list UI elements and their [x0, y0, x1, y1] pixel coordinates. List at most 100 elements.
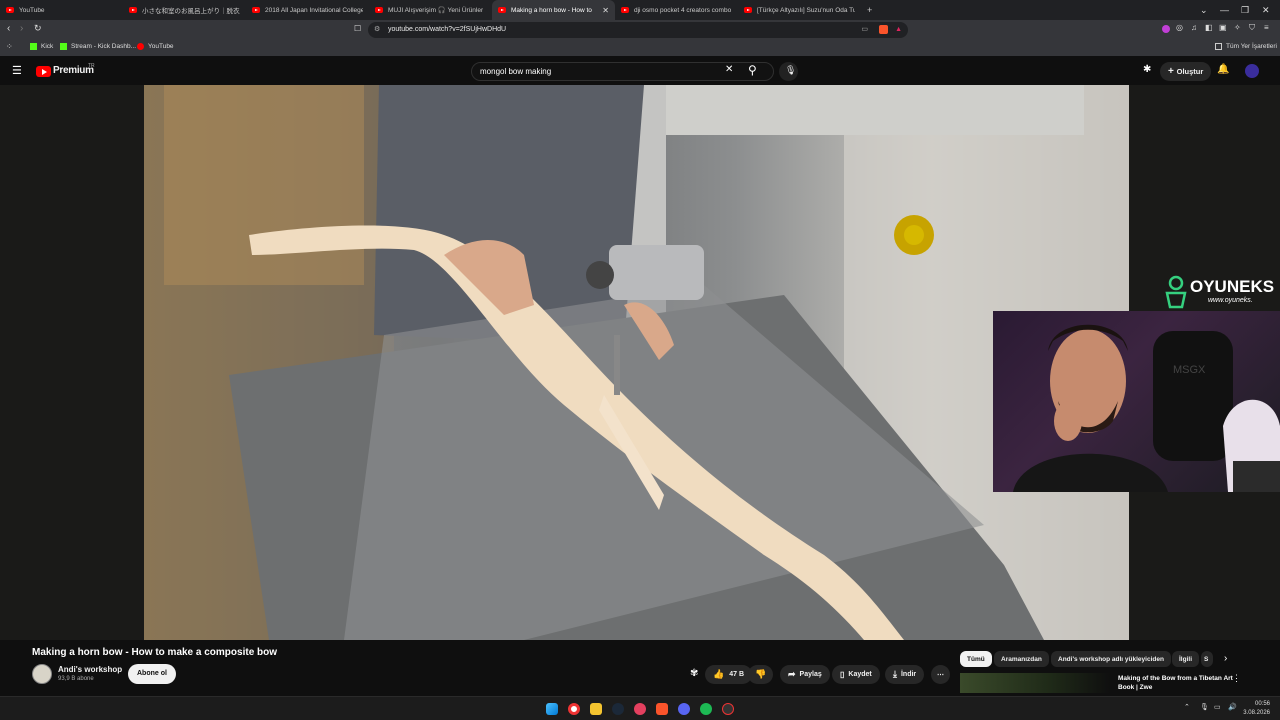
youtube-header: ☰ Premium TR mongol bow making ✕ ⚲ 🎙 ✱ +…: [0, 57, 1280, 85]
microphone-tray-icon[interactable]: 🎙: [1200, 703, 1209, 711]
sidebar-icon[interactable]: ◧: [1205, 23, 1213, 32]
chip-from-search[interactable]: Aramanızdan: [994, 651, 1049, 667]
tab-bar: YouTube 小さな和室のお風呂上がり｜脱衣所がリ 2018 All Japa…: [0, 0, 1280, 20]
extension-puzzle-icon[interactable]: ✱: [1143, 64, 1151, 75]
recommended-menu-icon[interactable]: ⋮: [1232, 673, 1241, 684]
wallet-icon[interactable]: ▣: [1219, 23, 1227, 32]
leo-icon[interactable]: ✧: [1234, 23, 1241, 32]
recommended-title[interactable]: Making of the Bow from a Tibetan Art Boo…: [1118, 674, 1243, 692]
forward-icon[interactable]: ›: [20, 23, 23, 34]
browser-tab[interactable]: [Türkçe Altyazılı] Suzu'nun Oda Turu: [738, 0, 861, 20]
bookmark-icon[interactable]: ☐: [354, 24, 361, 33]
youtube-favicon-icon: [129, 7, 137, 13]
browser-tab-active[interactable]: Making a horn bow - How to ✕: [492, 0, 615, 20]
chip-all[interactable]: Tümü: [960, 651, 992, 667]
browser-tab[interactable]: MUJI Alışverişim 🎧 Yeni Ürünler: [369, 0, 492, 20]
volume-icon[interactable]: 🔊: [1228, 703, 1237, 711]
youtube-favicon-icon: [498, 7, 506, 13]
shield-icon[interactable]: ⛉: [1249, 23, 1255, 33]
browser-tab[interactable]: 小さな和室のお風呂上がり｜脱衣所がリ: [123, 0, 246, 20]
back-icon[interactable]: ‹: [7, 23, 10, 34]
tray-chevron-icon[interactable]: ⌃: [1184, 703, 1190, 711]
chat-icon[interactable]: ◎: [1176, 23, 1183, 32]
system-clock[interactable]: 00:56 3.08.2026: [1243, 700, 1270, 718]
ai-sparkle-icon[interactable]: ✾: [690, 668, 698, 679]
all-bookmarks[interactable]: Tüm Yer İşaretleri: [1215, 43, 1277, 50]
share-button[interactable]: ➦ Paylaş: [780, 665, 830, 684]
discord-icon[interactable]: [678, 703, 690, 715]
save-button[interactable]: ▯ Kaydet: [832, 665, 880, 684]
notifications-bell-icon[interactable]: 🔔: [1217, 64, 1229, 75]
recommended-thumbnail[interactable]: [960, 673, 1110, 693]
menu-icon[interactable]: ≡: [1264, 23, 1269, 32]
microphone-icon: 🎙: [785, 65, 797, 75]
kick-icon: [60, 43, 67, 50]
brave-shields-icon[interactable]: [879, 25, 888, 34]
file-explorer-icon[interactable]: [590, 703, 602, 715]
streamer-webcam-scene: MSGX: [1013, 324, 1280, 492]
bookmark-kick-dashboard[interactable]: Stream - Kick Dashb...: [60, 43, 136, 50]
voice-search-button[interactable]: 🎙: [779, 62, 798, 81]
steam-icon[interactable]: [612, 703, 624, 715]
share-arrow-icon: ➦: [788, 669, 796, 679]
network-icon[interactable]: ▭: [1214, 703, 1221, 711]
oyuneks-logo: OYUNEKS www.oyuneks.: [1164, 275, 1274, 315]
browser-tab[interactable]: YouTube: [0, 0, 123, 20]
channel-avatar[interactable]: [32, 664, 52, 684]
create-button[interactable]: + Oluştur: [1160, 62, 1212, 81]
apps-icon[interactable]: ⁘: [6, 42, 13, 51]
chevron-right-icon[interactable]: ›: [1224, 653, 1227, 664]
bookmark-youtube[interactable]: YouTube: [137, 43, 174, 50]
folder-icon: [1215, 43, 1222, 50]
chip-from-uploader[interactable]: Andi's workshop adlı yükleyiciden: [1051, 651, 1171, 667]
download-button[interactable]: ⤓ İndir: [885, 665, 925, 684]
hamburger-menu-icon[interactable]: ☰: [12, 64, 22, 77]
subscribe-button[interactable]: Abone ol: [128, 664, 176, 684]
cast-icon[interactable]: ▭: [861, 22, 868, 38]
bookmark-kick[interactable]: Kick: [30, 43, 53, 50]
search-icon[interactable]: ⚲: [748, 63, 757, 77]
more-actions-button[interactable]: ⋯: [931, 665, 950, 684]
app-icon[interactable]: [722, 703, 734, 715]
recommended-video[interactable]: Making of the Bow from a Tibetan Art Boo…: [960, 673, 1260, 693]
restore-icon[interactable]: ❐: [1241, 0, 1249, 20]
brave-rewards-icon[interactable]: ▲: [895, 22, 902, 38]
youtube-icon: [137, 43, 144, 50]
clear-search-icon[interactable]: ✕: [725, 64, 733, 75]
extension-icon[interactable]: [1162, 25, 1170, 33]
avatar[interactable]: [1245, 64, 1259, 78]
spotify-icon[interactable]: [700, 703, 712, 715]
url-input[interactable]: ⚙ youtube.com/watch?v=2fSUjHwDHdU ▭ ▲: [368, 22, 908, 38]
opera-icon[interactable]: [634, 703, 646, 715]
close-window-icon[interactable]: ✕: [1262, 0, 1270, 20]
new-tab-button[interactable]: +: [861, 0, 881, 20]
address-bar: ‹ › ↻ ☐ ⚙ youtube.com/watch?v=2fSUjHwDHd…: [0, 20, 1280, 40]
tab-search-icon[interactable]: ⌄: [1200, 0, 1208, 20]
chrome-icon[interactable]: [568, 703, 580, 715]
bookmarks-bar: ⁘ Kick Stream - Kick Dashb... YouTube Tü…: [0, 40, 1280, 56]
like-button[interactable]: 👍 47 B: [705, 665, 753, 684]
minimize-icon[interactable]: —: [1220, 0, 1229, 20]
site-info-icon[interactable]: ⚙: [374, 22, 380, 38]
dislike-button[interactable]: 👎: [748, 665, 774, 684]
start-windows-icon[interactable]: [546, 703, 558, 715]
video-frame: [144, 85, 1129, 640]
chip-partial[interactable]: S: [1201, 651, 1213, 667]
youtube-favicon-icon: [744, 7, 752, 13]
thumbs-up-icon: 👍: [713, 669, 725, 679]
video-player[interactable]: OYUNEKS www.oyuneks. MSGX: [0, 85, 1280, 640]
reload-icon[interactable]: ↻: [34, 23, 42, 34]
bandsaw-scene: [144, 85, 1129, 640]
music-icon[interactable]: ♫: [1191, 23, 1197, 32]
oyuneks-mascot-icon: [1165, 275, 1187, 309]
more-icon: ⋯: [937, 671, 944, 679]
svg-text:MSGX: MSGX: [1173, 364, 1206, 376]
plus-icon: +: [1168, 66, 1177, 77]
chip-related[interactable]: İlgili: [1172, 651, 1199, 667]
channel-name[interactable]: Andi's workshop: [58, 665, 122, 674]
video-info: Making a horn bow - How to make a compos…: [0, 640, 1280, 694]
browser-tab[interactable]: dji osmo pocket 4 creators combo -: [615, 0, 738, 20]
brave-icon[interactable]: [656, 703, 668, 715]
close-tab-icon[interactable]: ✕: [602, 6, 609, 15]
browser-tab[interactable]: 2018 All Japan Invitational College C: [246, 0, 369, 20]
